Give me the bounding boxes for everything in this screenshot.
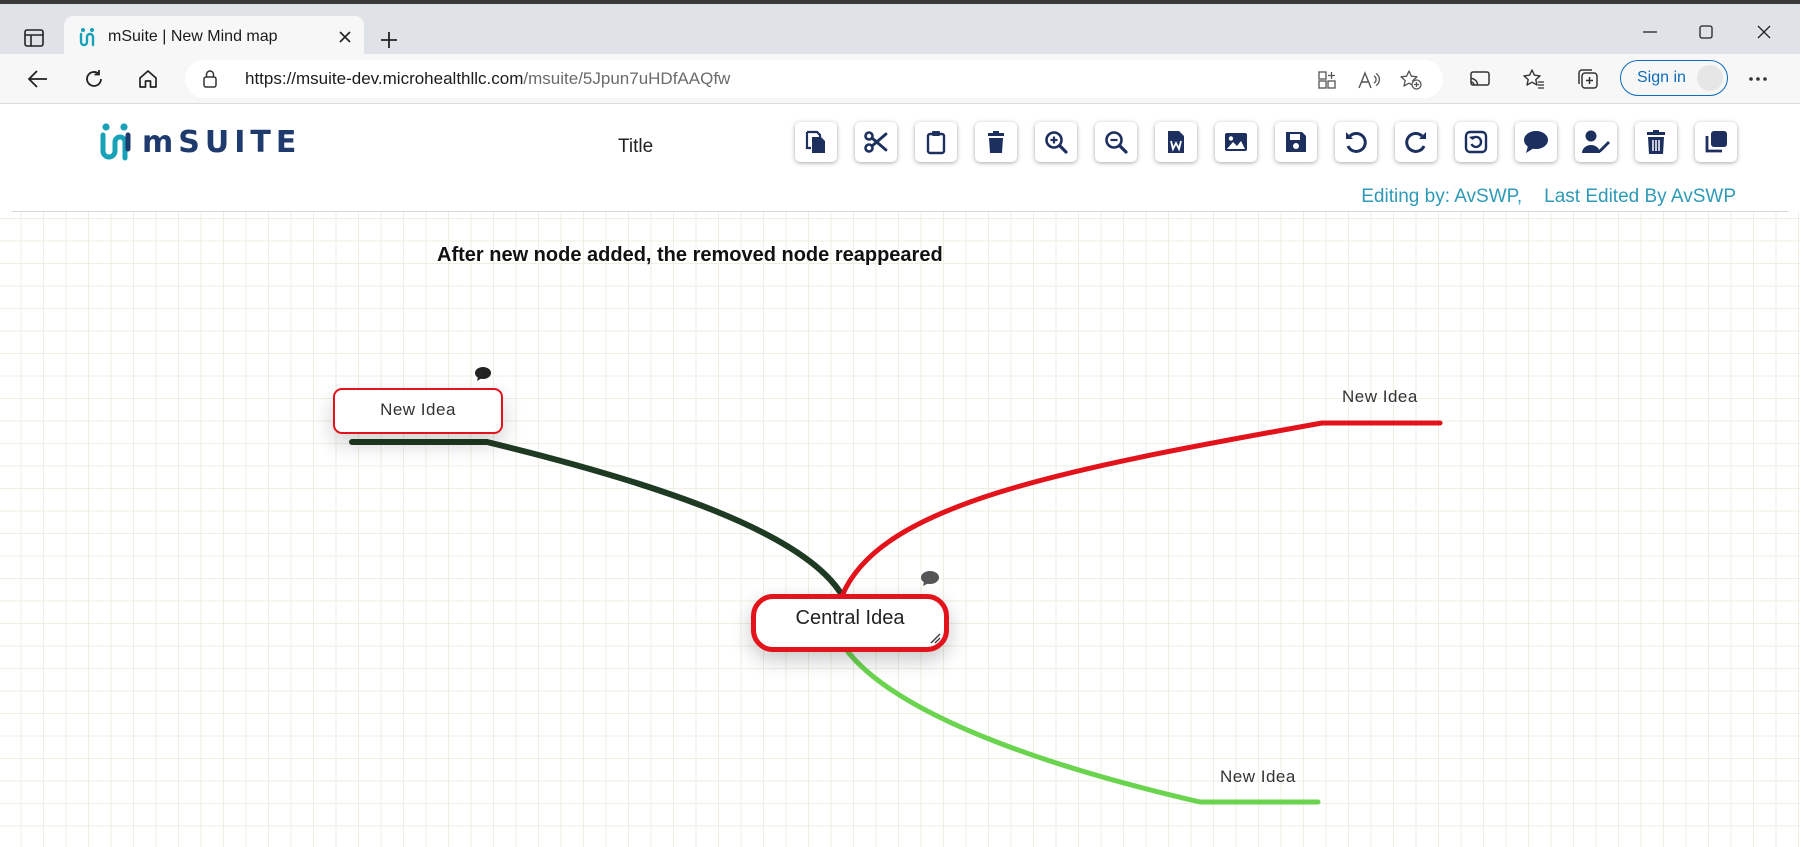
reset-icon [1464, 130, 1488, 154]
address-bar[interactable]: https://msuite-dev.microhealthllc.com/ms… [185, 60, 1443, 98]
node-label: Central Idea [795, 607, 905, 629]
export-image-button[interactable] [1215, 122, 1257, 162]
last-edited-by: Last Edited By AvSWP [1544, 186, 1736, 207]
node-new-idea-right-top[interactable]: New Idea [1342, 387, 1418, 407]
plus-icon [381, 32, 397, 48]
edit-user-icon [1582, 130, 1610, 153]
cast-icon[interactable] [1462, 61, 1498, 97]
document-title[interactable]: Title [618, 136, 653, 158]
close-window-button[interactable] [1736, 12, 1792, 52]
delete-icon [988, 131, 1004, 153]
lock-icon [203, 70, 217, 93]
tab-actions-icon [24, 29, 44, 47]
msuite-logo[interactable]: mSUITE [98, 122, 301, 162]
branch-left[interactable] [349, 439, 843, 595]
zoom-in-icon [1045, 131, 1068, 154]
image-export-icon [1225, 133, 1247, 151]
undo-button[interactable] [1335, 122, 1377, 162]
arrow-left-icon [28, 70, 47, 88]
editing-status: Editing by: AvSWP, Last Edited By AvSWP [1361, 186, 1736, 208]
url-text: https://msuite-dev.microhealthllc.com/ms… [245, 69, 730, 89]
tab-actions-button[interactable] [16, 21, 52, 55]
save-button[interactable] [1275, 122, 1317, 162]
copy-icon [805, 130, 825, 153]
comment-button[interactable] [1515, 122, 1557, 162]
navigation-bar: https://msuite-dev.microhealthllc.com/ms… [0, 54, 1800, 104]
tab-close-button[interactable] [332, 24, 358, 50]
tab-title: mSuite | New Mind map [108, 28, 278, 45]
maximize-button[interactable] [1678, 12, 1734, 52]
duplicate-button[interactable] [1695, 122, 1737, 162]
copy-button[interactable] [795, 122, 837, 162]
zoom-out-icon [1105, 131, 1128, 154]
minimize-icon [1643, 31, 1657, 33]
node-new-idea-left[interactable]: New Idea [333, 388, 503, 434]
msuite-logo-icon [100, 123, 131, 161]
node-comment-icon[interactable] [474, 366, 492, 382]
branch-connectors [349, 420, 1443, 805]
trash-icon [1647, 130, 1665, 154]
app-header: mSUITE Title Editing by: AvSWP, Last Edi… [0, 104, 1800, 212]
word-export-icon [1168, 131, 1184, 153]
tab-bar: mSuite | New Mind map [0, 4, 1800, 58]
cut-button[interactable] [855, 122, 897, 162]
sign-in-label: Sign in [1637, 69, 1686, 86]
refresh-button[interactable] [76, 61, 112, 97]
node-central-idea[interactable]: Central Idea [751, 594, 949, 652]
back-button[interactable] [20, 61, 56, 97]
delete-map-button[interactable] [1635, 122, 1677, 162]
refresh-icon [86, 70, 102, 87]
maximize-icon [1699, 25, 1713, 39]
browser-tab[interactable]: mSuite | New Mind map [64, 16, 364, 58]
msuite-favicon-icon [78, 27, 98, 52]
comment-icon [1524, 131, 1548, 153]
home-icon [139, 70, 157, 88]
undo-icon [1346, 131, 1367, 153]
minimize-button[interactable] [1622, 12, 1678, 52]
delete-node-button[interactable] [975, 122, 1017, 162]
close-icon [339, 31, 351, 43]
more-options-icon[interactable] [1740, 61, 1776, 97]
edit-user-button[interactable] [1575, 122, 1617, 162]
save-icon [1286, 132, 1306, 152]
sign-in-button[interactable]: Sign in [1620, 60, 1728, 96]
add-favorite-icon[interactable] [1397, 66, 1425, 94]
url-path: /msuite/5Jpun7uHDfAAQfw [523, 69, 731, 88]
redo-button[interactable] [1395, 122, 1437, 162]
read-aloud-icon[interactable] [1355, 66, 1383, 94]
zoom-out-button[interactable] [1095, 122, 1137, 162]
collections-icon[interactable] [1570, 61, 1606, 97]
mindmap-canvas[interactable]: After new node added, the removed node r… [0, 212, 1800, 847]
cut-icon [864, 131, 888, 153]
close-window-icon [1757, 25, 1771, 39]
export-word-button[interactable] [1155, 122, 1197, 162]
central-comment-icon[interactable] [920, 570, 940, 587]
duplicate-icon [1705, 131, 1727, 153]
paste-icon [926, 131, 946, 155]
resize-handle-icon[interactable] [929, 632, 941, 644]
profile-avatar [1697, 65, 1723, 91]
node-new-idea-right-bottom[interactable]: New Idea [1220, 767, 1296, 787]
zoom-in-button[interactable] [1035, 122, 1077, 162]
logo-text: mSUITE [142, 124, 302, 160]
favorites-icon[interactable] [1516, 61, 1552, 97]
new-tab-button[interactable] [372, 23, 406, 57]
editing-by: Editing by: AvSWP, [1361, 186, 1523, 207]
redo-icon [1405, 131, 1426, 153]
node-label: New Idea [380, 400, 456, 419]
app-available-icon[interactable] [1313, 66, 1341, 94]
reset-button[interactable] [1455, 122, 1497, 162]
home-button[interactable] [130, 61, 166, 97]
url-host: https://msuite-dev.microhealthllc.com [245, 69, 524, 88]
paste-button[interactable] [915, 122, 957, 162]
